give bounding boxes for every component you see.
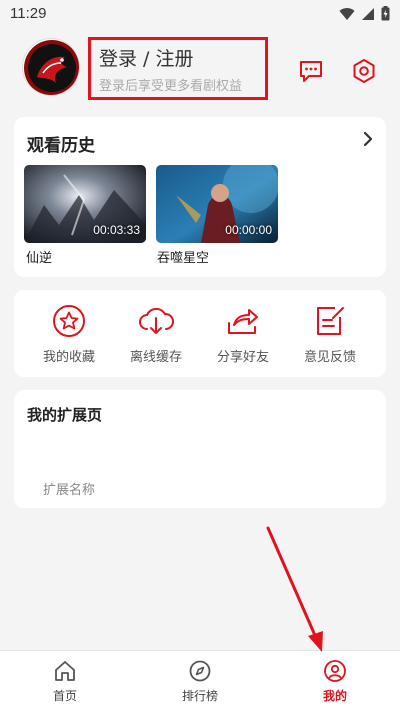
offline-cache-button[interactable]: 离线缓存 [113,304,199,366]
history-item-title[interactable]: 吞噬星空 [157,247,209,266]
bottom-tab-bar: 首页 排行榜 我的 [0,650,400,712]
tab-mine-label: 我的 [322,689,347,703]
feedback-icon [317,307,344,335]
favorites-button[interactable]: 我的收藏 [26,304,112,366]
login-subtitle: 登录后享受更多看剧权益 [99,79,243,94]
quick-actions-card: 我的收藏 离线缓存 分享好友 意见反馈 [14,290,386,377]
tab-home[interactable]: 首页 [15,659,115,709]
message-icon[interactable] [298,58,324,84]
history-title: 观看历史 [27,136,95,156]
login-title[interactable]: 登录 / 注册 [99,44,193,71]
feedback-button[interactable]: 意见反馈 [287,304,373,366]
signal-icon [362,7,374,20]
avatar[interactable] [22,38,80,96]
watch-history-card: 观看历史 00:03:33 仙逆 00:00:00 吞噬星空 [14,117,386,277]
status-time: 11:29 [10,5,47,22]
history-time: 00:03:33 [93,223,140,237]
history-thumbnail[interactable]: 00:03:33 [24,165,146,243]
login-register-box[interactable]: 登录 / 注册 登录后享受更多看剧权益 [88,37,268,100]
history-time: 00:00:00 [225,223,272,237]
settings-icon[interactable] [351,58,377,84]
extension-card: 我的扩展页 扩展名称 [14,390,386,508]
favorites-label: 我的收藏 [42,350,95,365]
offline-cache-label: 离线缓存 [129,350,182,365]
status-icons [339,6,390,21]
cloud-download-icon [139,307,174,334]
tab-home-label: 首页 [52,689,77,703]
feedback-label: 意见反馈 [303,350,356,365]
tab-ranking-label: 排行榜 [181,689,218,703]
tab-mine[interactable]: 我的 [285,659,385,709]
compass-icon [189,660,211,682]
share-icon [228,309,258,334]
share-friends-button[interactable]: 分享好友 [200,304,286,366]
home-icon [55,661,75,681]
avatar-dragon-logo [24,40,79,95]
profile-header: 登录 / 注册 登录后享受更多看剧权益 [0,28,400,110]
extension-title: 我的扩展页 [27,406,103,424]
status-bar: 11:29 [0,0,400,28]
star-icon [53,305,85,337]
extension-item[interactable]: 扩展名称 [43,479,95,498]
chevron-right-icon[interactable] [360,130,376,148]
history-thumbnail[interactable]: 00:00:00 [156,165,278,243]
wifi-icon [339,7,355,20]
history-item-title[interactable]: 仙逆 [26,247,52,266]
share-friends-label: 分享好友 [216,350,269,365]
tab-ranking[interactable]: 排行榜 [150,659,250,709]
user-icon [324,660,346,682]
battery-icon [381,6,390,21]
